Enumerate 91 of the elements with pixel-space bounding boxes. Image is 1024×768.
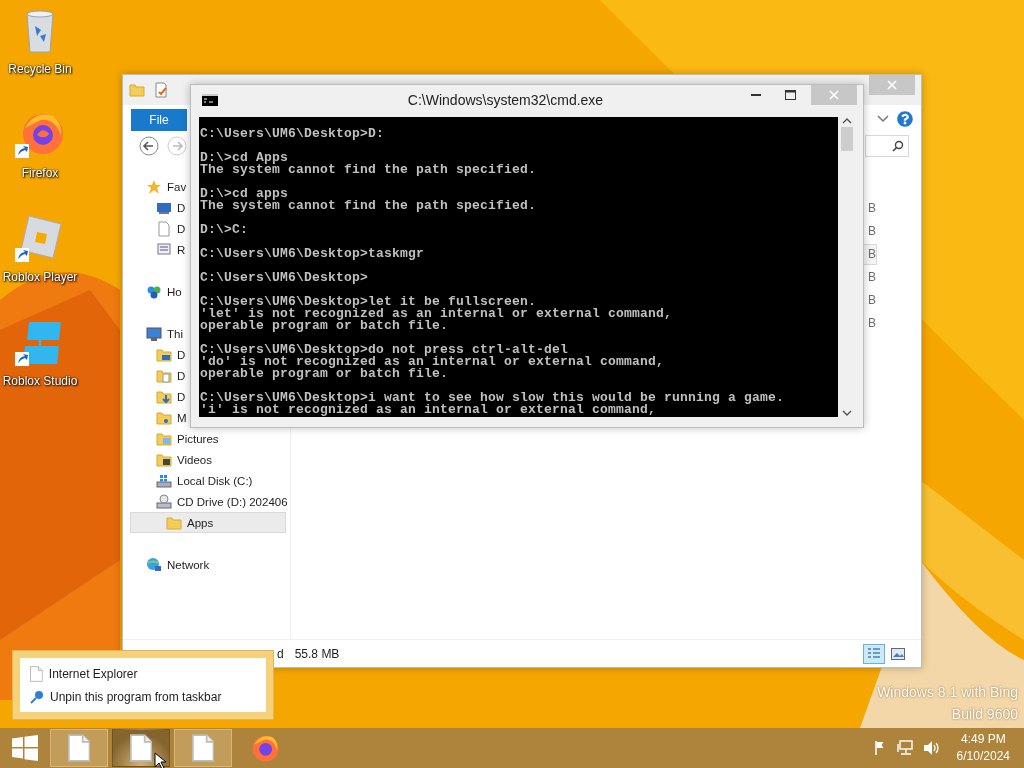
- taskbar-button[interactable]: [112, 729, 170, 767]
- favorites-icon: [146, 178, 162, 195]
- nav-item[interactable]: Apps: [130, 512, 286, 533]
- music-icon: [156, 409, 172, 426]
- nav-item[interactable]: R: [130, 239, 189, 260]
- nav-item[interactable]: D: [130, 218, 189, 239]
- downloads-icon: [156, 388, 172, 405]
- nav-item[interactable]: CD Drive (D:) 202406: [130, 491, 291, 512]
- scroll-up-icon[interactable]: [842, 117, 852, 125]
- maximize-icon: [784, 90, 796, 100]
- console-line: D:\>cd Apps: [200, 152, 288, 164]
- file-size-cell-text: B: [867, 315, 877, 332]
- console-line: operable program or batch file.: [200, 320, 450, 332]
- search-field[interactable]: [865, 135, 909, 157]
- nav-item[interactable]: Fav: [130, 176, 190, 197]
- windows-logo-icon: [12, 735, 38, 761]
- scroll-down-icon[interactable]: [842, 409, 852, 417]
- console-line: 'let' is not recognized as an internal or external command,: [200, 308, 674, 320]
- network-icon: [146, 556, 162, 573]
- jump-list-item[interactable]: Internet Explorer: [30, 663, 266, 684]
- console-line: operable program or batch file.: [200, 368, 450, 380]
- file-size-cell-text: B: [867, 223, 877, 240]
- disk-icon: [156, 472, 172, 489]
- roblox-player-icon: [15, 214, 65, 264]
- large-icons-view-icon: [891, 647, 905, 660]
- folder-icon: [166, 514, 182, 531]
- console-line: C:\Users\UM6\Desktop>i want to see how slow this would be running a game.: [200, 392, 786, 404]
- page-icon: [129, 734, 153, 762]
- file-size-cell-text: B: [867, 292, 877, 309]
- console-line: C:\Users\UM6\Desktop>do not press ctrl-alt-del: [200, 344, 569, 356]
- videos-icon: [156, 451, 172, 468]
- cd-icon: [156, 493, 172, 510]
- pictures-icon: [156, 430, 172, 447]
- back-icon[interactable]: [139, 136, 159, 156]
- network-icon[interactable]: [896, 740, 915, 756]
- mouse-cursor-icon: [154, 752, 166, 768]
- console-line: The system cannot find the path specified.: [200, 164, 538, 176]
- page-icon: [30, 665, 43, 682]
- console-line: C:\Users\UM6\Desktop>let it be fullscreen.: [200, 296, 537, 308]
- pin-icon: [30, 689, 44, 704]
- window-title: C:\Windows\system32\cmd.exe: [406, 92, 605, 108]
- page-icon: [156, 220, 172, 237]
- file-tab[interactable]: File: [131, 109, 187, 131]
- console-line: D:\>C:: [200, 224, 249, 236]
- close-icon: [829, 90, 839, 100]
- console-line: 'do' is not recognized as an internal or external command,: [200, 356, 666, 368]
- view-button[interactable]: [863, 643, 885, 664]
- nav-item[interactable]: D: [130, 365, 189, 386]
- forward-icon[interactable]: [167, 136, 187, 156]
- console-line: 'i' is not recognized as an internal or external command,: [200, 404, 658, 416]
- clock-date: 6/10/2024: [956, 748, 1010, 765]
- properties-icon[interactable]: [153, 82, 169, 98]
- console-line: C:\Users\UM6\Desktop>: [200, 272, 370, 284]
- minimize-icon: [751, 94, 761, 96]
- console-line: C:\Users\UM6\Desktop>D:: [200, 128, 386, 140]
- chevron-down-icon[interactable]: [877, 115, 889, 123]
- nav-item[interactable]: Pictures: [130, 428, 222, 449]
- page-icon: [191, 734, 215, 762]
- os-build-notice: Build 9600: [951, 706, 1018, 722]
- recent-icon: [156, 241, 172, 258]
- jump-list-item[interactable]: Unpin this program from taskbar: [30, 686, 266, 707]
- console-line: C:\Users\UM6\Desktop>taskmgr: [200, 248, 426, 260]
- nav-item[interactable]: Network: [130, 554, 213, 575]
- file-size-cell-text: B: [867, 269, 877, 286]
- nav-item[interactable]: D: [130, 344, 189, 365]
- clock-time: 4:49 PM: [960, 731, 1006, 748]
- nav-item[interactable]: D: [130, 386, 189, 407]
- status-text: d: [277, 646, 284, 661]
- console-line: D:\>cd apps: [200, 188, 288, 200]
- file-size-cell-text: B: [867, 200, 877, 217]
- os-build-notice: Windows 8.1 with Bing: [877, 684, 1018, 700]
- details-view-icon: [867, 646, 881, 661]
- nav-item[interactable]: Thi: [130, 323, 186, 344]
- status-size: 55.8 MB: [294, 646, 340, 661]
- close-icon: [887, 80, 897, 90]
- page-icon: [67, 734, 91, 762]
- nav-item[interactable]: Local Disk (C:): [130, 470, 256, 491]
- pc-icon: [146, 325, 162, 342]
- desktop-folder-icon: [156, 346, 172, 363]
- documents-icon: [156, 367, 172, 384]
- nav-item[interactable]: D: [130, 197, 189, 218]
- help-icon[interactable]: [897, 111, 913, 127]
- nav-item[interactable]: M: [130, 407, 190, 428]
- search-icon: [892, 140, 904, 152]
- nav-item[interactable]: Videos: [130, 449, 215, 470]
- console-icon: [202, 94, 218, 106]
- volume-icon[interactable]: [922, 740, 941, 756]
- scroll-thumb[interactable]: [841, 127, 853, 151]
- console-line: The system cannot find the path specified.: [200, 200, 538, 212]
- nav-item[interactable]: Ho: [130, 281, 185, 302]
- folder-icon: [129, 82, 145, 98]
